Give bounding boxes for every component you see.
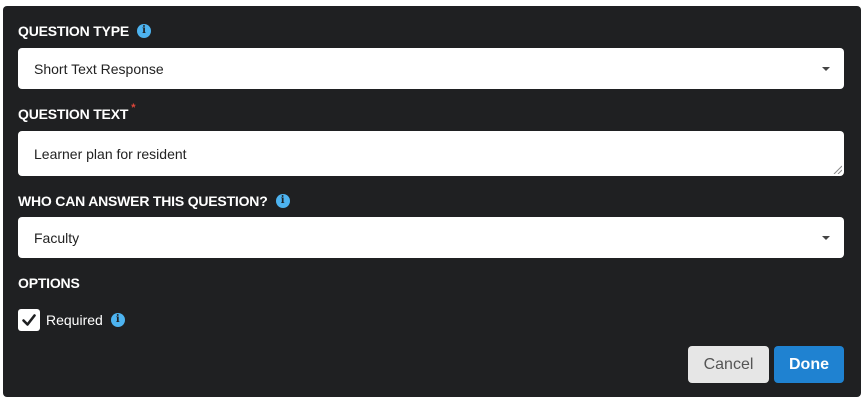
question-type-select[interactable]: Short Text Response <box>18 48 844 89</box>
question-type-label: QUESTION TYPE i <box>18 22 151 40</box>
question-text-input[interactable]: Learner plan for resident <box>18 131 844 176</box>
info-icon[interactable]: i <box>275 194 290 208</box>
info-icon[interactable]: i <box>110 313 125 327</box>
chevron-down-icon <box>822 66 830 71</box>
question-type-value: Short Text Response <box>34 60 164 77</box>
question-editor-panel: QUESTION TYPE i Short Text Response QUES… <box>3 6 861 397</box>
info-icon[interactable]: i <box>136 24 151 38</box>
question-type-label-text: QUESTION TYPE <box>18 23 129 39</box>
question-text-value: Learner plan for resident <box>34 145 187 162</box>
options-label-text: OPTIONS <box>18 275 80 291</box>
who-can-answer-value: Faculty <box>34 229 80 246</box>
question-text-label-text: QUESTION TEXT <box>18 106 129 122</box>
who-can-answer-select[interactable]: Faculty <box>18 217 844 258</box>
required-label: Required <box>46 312 103 328</box>
required-option: Required i <box>46 311 125 329</box>
who-can-answer-label-text: WHO CAN ANSWER THIS QUESTION? <box>18 193 268 209</box>
done-button[interactable]: Done <box>774 346 844 383</box>
required-checkbox[interactable] <box>18 309 40 331</box>
checkmark-icon <box>22 314 36 326</box>
options-label: OPTIONS <box>18 274 80 292</box>
chevron-down-icon <box>822 235 830 240</box>
required-star: * <box>131 102 136 114</box>
resize-grip-icon[interactable] <box>832 164 842 174</box>
question-text-label: QUESTION TEXT * <box>18 102 136 123</box>
cancel-button[interactable]: Cancel <box>688 346 769 383</box>
who-can-answer-label: WHO CAN ANSWER THIS QUESTION? i <box>18 192 290 210</box>
